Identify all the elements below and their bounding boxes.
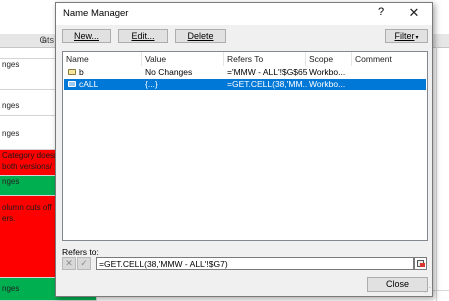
list-row-b[interactable]: b No Changes ='MMW - ALL'!$G$65 Workbo..… — [64, 67, 426, 78]
title-bar[interactable]: Name Manager ? ✕ — [56, 3, 432, 25]
list-row-call[interactable]: cALL {...} =GET.CELL(38,'MM... Workbo... — [64, 79, 426, 90]
confirm-edit-icon[interactable]: ✓ — [77, 257, 91, 270]
new-button-label: New... — [73, 31, 99, 41]
gridline — [436, 47, 437, 301]
name-range-icon — [68, 69, 76, 75]
row-value: {...} — [145, 79, 158, 89]
header-refers-to[interactable]: Refers To — [224, 52, 306, 66]
row-refers-to: =GET.CELL(38,'MM... — [227, 79, 307, 89]
new-button[interactable]: New... — [62, 29, 111, 43]
close-icon[interactable]: ✕ — [407, 5, 421, 21]
cancel-edit-icon[interactable]: ✕ — [62, 257, 76, 270]
filter-button[interactable]: Filter▾ — [385, 29, 428, 43]
range-arrow-shape — [420, 263, 425, 267]
refers-to-label-text: Refers to: — [62, 247, 99, 257]
filter-button-label: Filter — [394, 31, 415, 41]
edit-button-label: Edit... — [131, 31, 155, 41]
row-scope: Workbo... — [309, 79, 346, 89]
name-range-icon — [68, 81, 76, 87]
delete-button[interactable]: Delete — [175, 29, 226, 43]
column-header-g-label: G — [39, 35, 47, 45]
refers-to-label: Refers to: — [62, 247, 99, 257]
name-manager-dialog: Name Manager ? ✕ New... Edit... Delete F… — [55, 2, 433, 297]
dialog-title: Name Manager — [63, 8, 129, 19]
header-value[interactable]: Value — [142, 52, 224, 66]
row-value: No Changes — [145, 67, 193, 77]
row-scope: Workbo... — [309, 67, 346, 77]
row-name: cALL — [79, 79, 99, 89]
row-name: b — [79, 67, 84, 77]
row-refers-to: ='MMW - ALL'!$G$65 — [227, 67, 307, 77]
collapse-range-icon[interactable] — [414, 257, 427, 270]
dropdown-arrow-icon: ▾ — [415, 35, 419, 41]
names-list[interactable]: Name Value Refers To Scope Comment b No … — [62, 51, 428, 241]
header-name[interactable]: Name — [63, 52, 142, 66]
refers-to-input[interactable] — [96, 257, 414, 270]
resize-grip-icon[interactable]: ⋰ — [424, 287, 431, 294]
help-button[interactable]: ? — [374, 6, 388, 18]
edit-button[interactable]: Edit... — [118, 29, 168, 43]
header-comment[interactable]: Comment — [352, 52, 427, 66]
close-button[interactable]: Close — [367, 277, 428, 292]
delete-button-label: Delete — [187, 31, 214, 41]
header-scope[interactable]: Scope — [306, 52, 352, 66]
